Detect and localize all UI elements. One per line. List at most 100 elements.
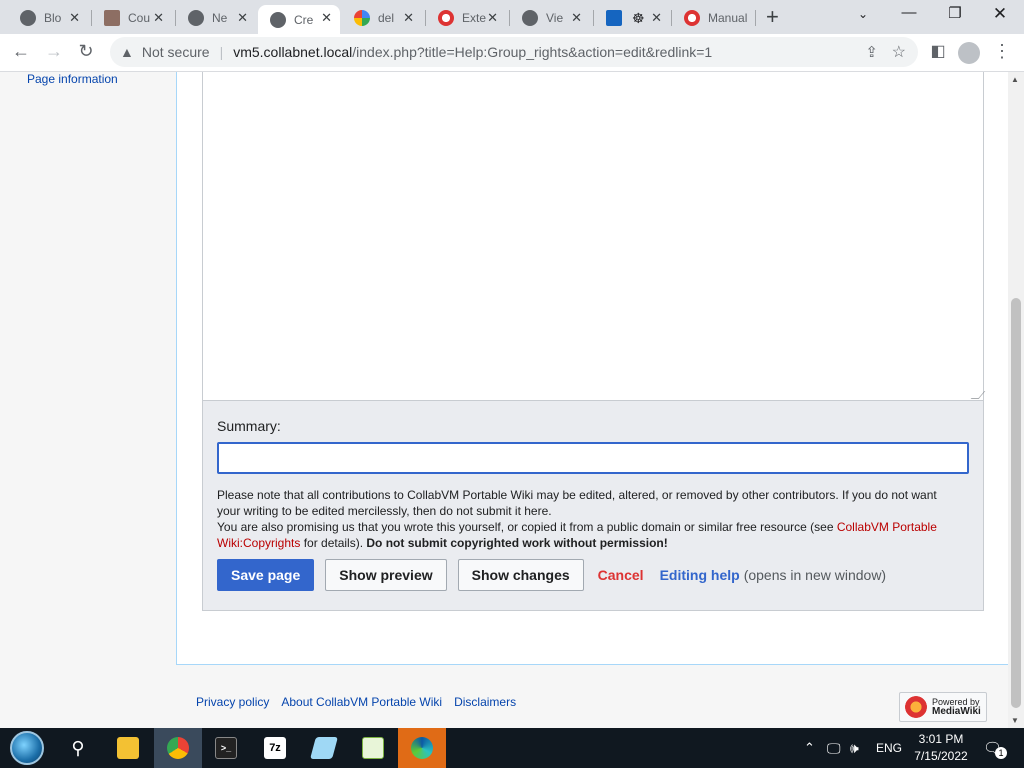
bookmark-star-icon[interactable]: ☆ [892,42,906,62]
taskbar-file-explorer[interactable] [104,728,152,768]
url-text[interactable]: vm5.collabnet.local/index.php?title=Help… [233,44,712,60]
address-bar[interactable]: ▲ Not secure | vm5.collabnet.local/index… [110,37,918,67]
powered-by-mediawiki-badge[interactable]: Powered by MediaWiki [899,692,987,722]
summary-input[interactable] [217,442,969,474]
share-icon[interactable]: ⇪ [865,43,878,61]
editing-help-link[interactable]: Editing help [660,567,740,583]
disclaimers-link[interactable]: Disclaimers [454,695,516,709]
save-page-button[interactable]: Save page [217,559,315,591]
google-icon [354,10,370,26]
close-icon[interactable]: ✕ [651,10,662,26]
notice-text: Please note that all contributions to Co… [217,488,937,518]
show-preview-button[interactable]: Show preview [325,559,447,591]
taskbar-chrome[interactable] [154,728,202,768]
puzzle-icon: ☸ [632,9,645,26]
edit-buttons: Save page Show preview Show changes Canc… [217,559,886,591]
privacy-policy-link[interactable]: Privacy policy [196,695,269,709]
search-button[interactable]: ⚲ [54,728,102,768]
app-icon [606,10,622,26]
minimize-icon[interactable]: — [894,4,924,21]
powered-text: Powered by MediaWiki [932,698,981,717]
scroll-down-icon[interactable]: ▼ [1011,716,1019,725]
copyright-notice: Please note that all contributions to Co… [217,487,957,551]
browser-tab-7[interactable]: Vie ✕ [510,5,590,31]
start-button[interactable] [3,728,51,768]
warning-icon[interactable]: ▲ [120,44,134,60]
taskbar-notepad[interactable] [300,728,348,768]
show-changes-button[interactable]: Show changes [457,559,584,591]
scroll-up-icon[interactable]: ▲ [1011,75,1019,84]
globe-icon [188,10,204,26]
notice-text-2: You are also promising us that you wrote… [217,520,837,534]
notepad-plus-icon [362,737,384,759]
resize-grip-icon[interactable] [970,391,986,399]
notepad-icon [310,737,338,759]
reload-icon[interactable]: ↻ [74,41,98,62]
browser-tab-3[interactable]: Ne ✕ [176,5,256,31]
browser-tab-1[interactable]: Blo ✕ [8,5,88,31]
tab-title: Manual [708,11,748,25]
summary-label: Summary: [217,418,281,434]
search-icon: ⚲ [71,737,85,758]
globe-icon [522,10,538,26]
scroll-thumb[interactable] [1011,298,1021,708]
footer-links: Privacy policy About CollabVM Portable W… [196,695,528,709]
windows-taskbar: ⚲ >_ 7z ⌃ 🖵 🕪 ENG 3:01 PM 7/15/2022 🗨 1 [0,728,1024,768]
chrome-icon [167,737,189,759]
taskbar-terminal[interactable]: >_ [202,728,250,768]
close-icon[interactable]: ✕ [237,10,248,26]
taskbar-7zip[interactable]: 7z [251,728,299,768]
tab-title: Exte [462,11,487,25]
7zip-icon: 7z [264,737,286,759]
tray-overflow-icon[interactable]: ⌃ [804,728,815,768]
back-icon[interactable]: ← [9,41,33,62]
avatar-icon [104,10,120,26]
cancel-link[interactable]: Cancel [598,567,644,583]
wikitext-editor[interactable] [202,72,986,401]
clock-time: 3:01 PM [918,732,964,746]
close-icon[interactable]: ✕ [571,10,582,26]
tab-title: del [378,11,395,25]
clock-date: 7/15/2022 [914,749,968,763]
forward-icon[interactable]: → [42,41,66,62]
volume-icon[interactable]: 🕪 [850,728,859,768]
tab-title: Blo [44,11,62,25]
close-icon[interactable]: ✕ [321,10,332,26]
edit-options: Summary: Please note that all contributi… [202,400,984,611]
restore-icon[interactable]: ❐ [940,4,970,22]
browser-tab-2[interactable]: Cou ✕ [92,5,172,31]
folder-icon [117,737,139,759]
side-panel-icon[interactable]: ◧ [926,41,950,61]
notice-text-3: for details). [300,536,367,550]
taskbar-edge[interactable] [398,728,446,768]
close-icon[interactable]: ✕ [403,10,414,26]
browser-tab-6[interactable]: Exte ✕ [426,5,506,31]
taskbar-notepad-plus[interactable] [349,728,397,768]
tab-separator [755,10,756,26]
menu-kebab-icon[interactable]: ⋮ [990,41,1014,62]
security-label[interactable]: Not secure [142,44,210,60]
page-information-link[interactable]: Page information [27,72,118,86]
browser-tab-8[interactable]: ☸ ✕ [594,5,670,31]
browser-tab-strip: Blo ✕ Cou ✕ Ne ✕ Cre ✕ del ✕ Exte ✕ Vie … [0,0,1024,34]
close-icon[interactable]: ✕ [487,10,498,26]
url-path: /index.php?title=Help:Group_rights&actio… [352,44,713,60]
profile-avatar-icon[interactable] [958,42,980,64]
about-link[interactable]: About CollabVM Portable Wiki [281,695,442,709]
language-indicator[interactable]: ENG [876,728,902,768]
taskbar-clock[interactable]: 3:01 PM 7/15/2022 [910,731,972,765]
browser-tab-active[interactable]: Cre ✕ [258,5,340,34]
close-icon[interactable]: ✕ [153,10,164,26]
page-scrollbar[interactable]: ▲ ▼ [1008,72,1024,728]
browser-tab-5[interactable]: del ✕ [342,5,422,31]
network-icon[interactable]: 🖵 [827,728,841,768]
close-icon[interactable]: ✕ [69,10,80,26]
globe-icon [20,10,36,26]
notification-center[interactable]: 🗨 1 [983,728,1014,768]
tab-search-icon[interactable]: ⌄ [848,7,878,21]
address-divider: | [219,44,224,60]
url-host: vm5.collabnet.local [233,44,353,60]
new-tab-button[interactable]: + [766,4,779,30]
browser-tab-9[interactable]: Manual [672,5,754,31]
window-close-icon[interactable]: ✕ [985,4,1015,24]
